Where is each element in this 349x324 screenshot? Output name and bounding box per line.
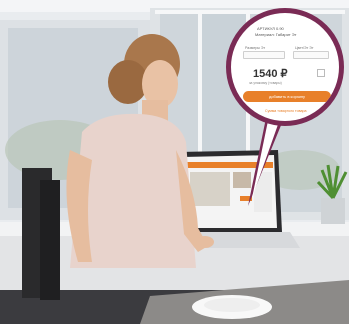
add-to-cart-button[interactable]: добавить в корзину xyxy=(243,91,331,102)
product-card-bubble: АРТИКУЛ 0.90 Материал: Габарит Эт Размер… xyxy=(226,8,344,126)
price: 1540 ₽ xyxy=(253,68,288,80)
article-text: АРТИКУЛ 0.90 xyxy=(257,26,284,31)
quantity-box[interactable] xyxy=(317,69,325,77)
photo-scene: АРТИКУЛ 0.90 Материал: Габарит Эт Размер… xyxy=(0,0,349,324)
size-label: Размеры Эт xyxy=(245,46,266,50)
color-select[interactable] xyxy=(293,51,329,59)
details-link[interactable]: Сумма товарного товара xyxy=(265,109,306,113)
material-text: Материал: Габарит Эт xyxy=(255,32,297,37)
price-note: за упаковку (товары) xyxy=(249,81,282,85)
size-select[interactable] xyxy=(243,51,285,59)
color-label: Цвет/Эт Эт xyxy=(295,46,314,50)
